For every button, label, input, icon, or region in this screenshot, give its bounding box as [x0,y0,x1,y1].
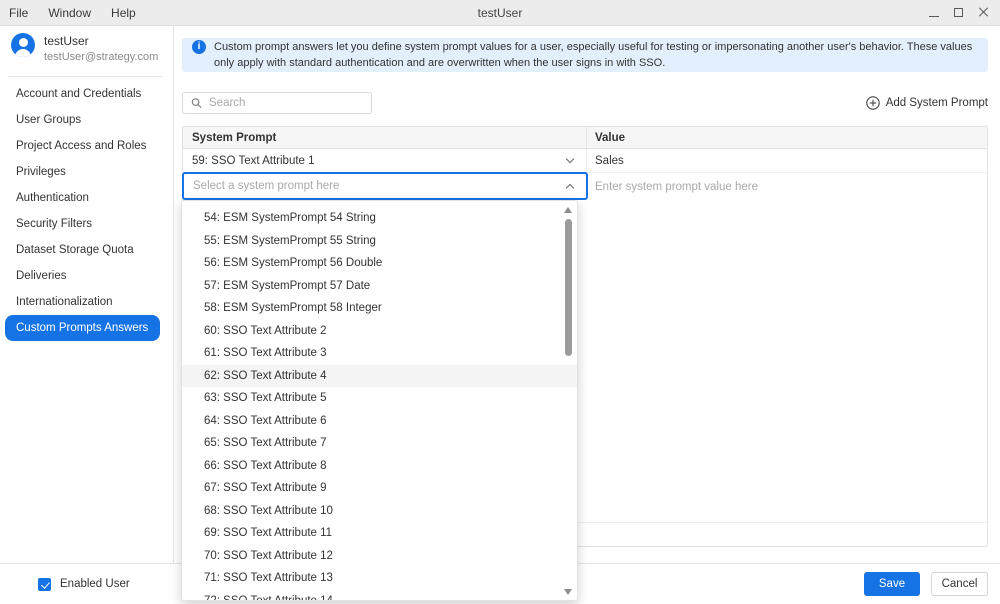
dropdown-option-64-sso-text-attribute-6[interactable]: 64: SSO Text Attribute 6 [182,410,577,433]
chevron-down-icon [566,155,574,163]
dropdown-option-55-esm-systemprompt-55-string[interactable]: 55: ESM SystemPrompt 55 String [182,230,577,253]
info-banner-text: Custom prompt answers let you define sys… [214,39,974,71]
add-system-prompt-button[interactable]: Add System Prompt [866,96,988,110]
dropdown-option-66-sso-text-attribute-8[interactable]: 66: SSO Text Attribute 8 [182,455,577,478]
search-icon [191,97,202,109]
plus-circle-icon [866,96,880,110]
system-prompt-value-cell[interactable]: Sales [587,149,987,172]
table-row: 59: SSO Text Attribute 1 Sales [183,149,987,173]
sidebar-item-deliveries[interactable]: Deliveries [0,263,173,289]
sidebar-item-authentication[interactable]: Authentication [0,185,173,211]
info-icon: i [192,40,206,54]
titlebar: File Window Help testUser [0,0,1000,26]
close-button[interactable] [978,6,989,20]
system-prompt-value-input[interactable] [595,181,967,193]
enabled-user-label: Enabled User [60,578,130,590]
dropdown-option-54-esm-systemprompt-54-string[interactable]: 54: ESM SystemPrompt 54 String [182,207,577,230]
enabled-user-checkbox[interactable] [38,578,51,591]
column-header-value: Value [587,127,987,148]
system-prompt-selected-value: 59: SSO Text Attribute 1 [192,155,315,167]
save-button[interactable]: Save [864,572,920,596]
dropdown-scrollbar[interactable] [563,206,574,596]
sidebar-item-dataset-storage-quota[interactable]: Dataset Storage Quota [0,237,173,263]
toolbar: Add System Prompt [182,92,988,114]
scroll-down-arrow-icon[interactable] [564,589,572,595]
enabled-user-control: Enabled User [38,578,130,591]
dropdown-option-58-esm-systemprompt-58-integer[interactable]: 58: ESM SystemPrompt 58 Integer [182,297,577,320]
dropdown-options: 54: ESM SystemPrompt 54 String55: ESM Sy… [182,207,577,601]
system-prompt-select-placeholder: Select a system prompt here [193,180,339,192]
add-system-prompt-label: Add System Prompt [886,97,988,109]
window-title: testUser [0,6,1000,20]
table-row: Select a system prompt here [183,173,987,200]
menubar: File Window Help [0,6,136,20]
dropdown-option-71-sso-text-attribute-13[interactable]: 71: SSO Text Attribute 13 [182,567,577,590]
maximize-button[interactable] [954,6,963,20]
info-banner: i Custom prompt answers let you define s… [182,38,988,72]
search-box[interactable] [182,92,372,114]
column-header-system-prompt: System Prompt [183,127,587,148]
dropdown-option-57-esm-systemprompt-57-date[interactable]: 57: ESM SystemPrompt 57 Date [182,275,577,298]
sidebar: testUser testUser@strategy.com Account a… [0,26,174,563]
scroll-up-arrow-icon[interactable] [564,207,572,213]
menu-file[interactable]: File [9,6,28,20]
dropdown-option-60-sso-text-attribute-2[interactable]: 60: SSO Text Attribute 2 [182,320,577,343]
dropdown-option-65-sso-text-attribute-7[interactable]: 65: SSO Text Attribute 7 [182,432,577,455]
sidebar-item-account-and-credentials[interactable]: Account and Credentials [0,81,173,107]
dropdown-option-70-sso-text-attribute-12[interactable]: 70: SSO Text Attribute 12 [182,545,577,568]
search-input[interactable] [209,97,363,109]
window-controls [929,6,1000,20]
system-prompt-value: Sales [595,155,624,167]
sidebar-divider [8,76,163,77]
action-buttons: Save Cancel [864,572,988,596]
sidebar-nav: Account and CredentialsUser GroupsProjec… [0,81,173,341]
dropdown-option-63-sso-text-attribute-5[interactable]: 63: SSO Text Attribute 5 [182,387,577,410]
minimize-icon [929,16,939,17]
system-prompt-select[interactable]: 59: SSO Text Attribute 1 [183,149,587,172]
table-header: System Prompt Value [183,127,987,149]
chevron-up-icon [566,184,574,192]
user-avatar-icon [11,33,35,57]
dropdown-option-68-sso-text-attribute-10[interactable]: 68: SSO Text Attribute 10 [182,500,577,523]
sidebar-item-custom-prompts-answers[interactable]: Custom Prompts Answers [5,315,160,341]
dropdown-option-61-sso-text-attribute-3[interactable]: 61: SSO Text Attribute 3 [182,342,577,365]
maximize-icon [954,8,963,17]
sidebar-item-user-groups[interactable]: User Groups [0,107,173,133]
dropdown-option-67-sso-text-attribute-9[interactable]: 67: SSO Text Attribute 9 [182,477,577,500]
menu-window[interactable]: Window [48,6,91,20]
sidebar-item-privileges[interactable]: Privileges [0,159,173,185]
scrollbar-thumb[interactable] [565,219,572,356]
sidebar-item-internationalization[interactable]: Internationalization [0,289,173,315]
close-icon [978,6,989,17]
user-block: testUser testUser@strategy.com [0,33,173,67]
dropdown-option-56-esm-systemprompt-56-double[interactable]: 56: ESM SystemPrompt 56 Double [182,252,577,275]
user-name: testUser [44,33,158,48]
system-prompt-dropdown: 54: ESM SystemPrompt 54 String55: ESM Sy… [181,200,578,601]
menu-help[interactable]: Help [111,6,136,20]
sidebar-item-security-filters[interactable]: Security Filters [0,211,173,237]
dropdown-option-72-sso-text-attribute-14[interactable]: 72: SSO Text Attribute 14 [182,590,577,602]
minimize-button[interactable] [929,6,939,20]
cancel-button[interactable]: Cancel [931,572,988,596]
user-email: testUser@strategy.com [44,51,158,63]
dropdown-option-62-sso-text-attribute-4[interactable]: 62: SSO Text Attribute 4 [182,365,577,388]
system-prompt-select-open[interactable]: Select a system prompt here [182,172,588,200]
dropdown-option-69-sso-text-attribute-11[interactable]: 69: SSO Text Attribute 11 [182,522,577,545]
sidebar-item-project-access-and-roles[interactable]: Project Access and Roles [0,133,173,159]
